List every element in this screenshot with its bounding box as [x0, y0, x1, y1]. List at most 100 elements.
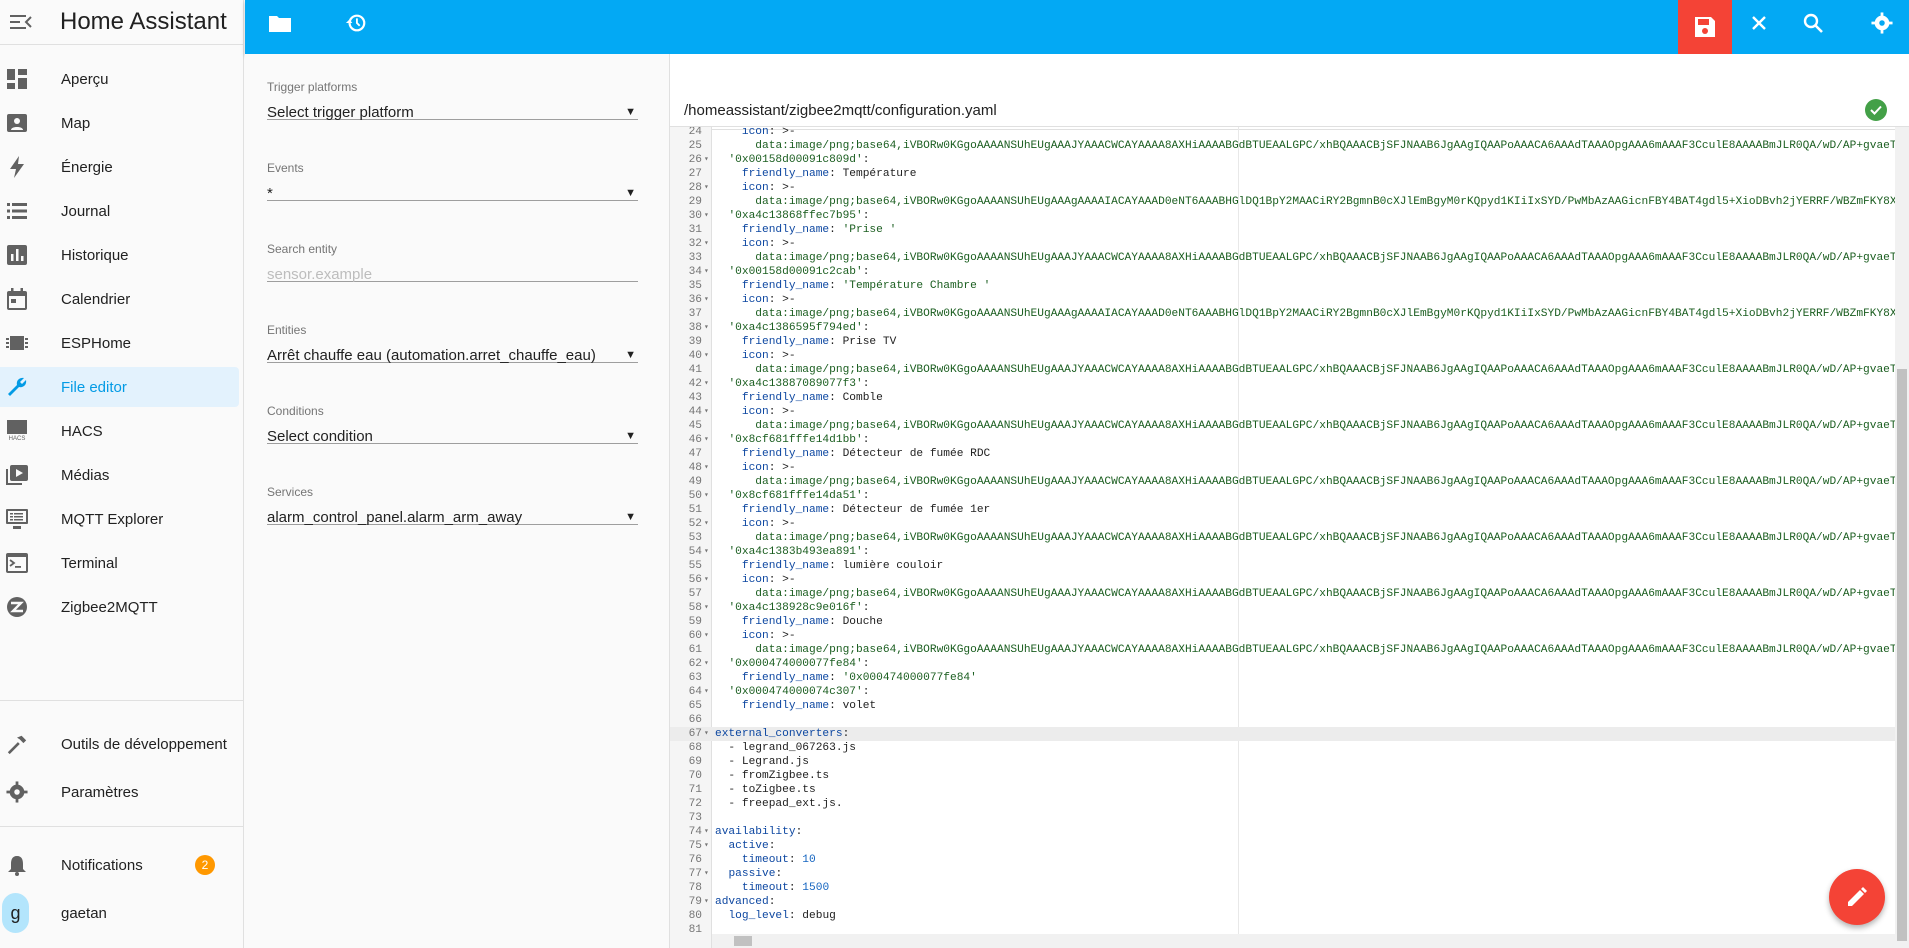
code-line: 37 data:image/png;base64,iVBORw0KGgoAAAA… [670, 307, 1909, 321]
fold-toggle-icon[interactable]: ▾ [704, 867, 712, 881]
code-line: 70 - fromZigbee.ts [670, 769, 1895, 783]
terminal-icon [5, 551, 29, 575]
bell-icon [5, 853, 29, 877]
sidebar-item-label: gaetan [61, 904, 107, 922]
line-number: 30 [688, 210, 702, 222]
sidebar-item-map[interactable]: Map [0, 103, 239, 143]
fold-toggle-icon[interactable]: ▾ [704, 727, 712, 741]
fold-toggle-icon[interactable]: ▾ [704, 377, 712, 391]
sidebar-item-hacs[interactable]: HACS HACS [0, 411, 239, 451]
fold-toggle-icon[interactable]: ▾ [704, 573, 712, 587]
sidebar-item-mqtt-explorer[interactable]: MQTT Explorer [0, 499, 239, 539]
code-line: 40 ▾ icon: >- [670, 349, 1895, 363]
line-text: data:image/png;base64,iVBORw0KGgoAAAANSU… [755, 588, 1909, 600]
line-number: 48 [688, 462, 702, 474]
fold-toggle-icon[interactable]: ▾ [704, 321, 712, 335]
fold-toggle-icon[interactable]: ▾ [704, 895, 712, 909]
line-text: data:image/png;base64,iVBORw0KGgoAAAANSU… [755, 196, 1909, 208]
sidebar-item-dev-tools[interactable]: Outils de développement [0, 724, 240, 764]
menu-toggle-icon[interactable] [4, 5, 38, 39]
trigger-platform-select[interactable]: Trigger platforms Select trigger platfor… [267, 54, 638, 121]
events-select[interactable]: Events * ▼ [267, 135, 638, 202]
line-number: 71 [688, 784, 702, 796]
fold-toggle-icon[interactable]: ▾ [704, 629, 712, 643]
history-icon[interactable] [329, 0, 383, 45]
fold-toggle-icon[interactable]: ▾ [704, 545, 712, 559]
sidebar-item-notifications[interactable]: Notifications 2 [0, 845, 240, 885]
fold-toggle-icon[interactable]: ▾ [704, 293, 712, 307]
line-text: timeout: 10 [741, 854, 816, 866]
code-line: 48 ▾ icon: >- [670, 461, 1895, 475]
fold-toggle-icon[interactable]: ▾ [704, 405, 712, 419]
conditions-select[interactable]: Conditions Select condition ▼ [267, 378, 638, 445]
scroll-thumb[interactable] [1897, 369, 1907, 941]
close-icon[interactable] [1732, 0, 1786, 45]
fold-toggle-icon[interactable]: ▾ [704, 349, 712, 363]
sidebar-item-file-editor[interactable]: File editor [0, 367, 239, 407]
fold-toggle-icon[interactable]: ▾ [704, 209, 712, 223]
sidebar-item-historique[interactable]: Historique [0, 235, 239, 275]
sidebar-item-m-dias[interactable]: Médias [0, 455, 239, 495]
save-button[interactable] [1678, 0, 1732, 54]
line-number: 37 [688, 308, 702, 320]
line-text: data:image/png;base64,iVBORw0KGgoAAAANSU… [755, 364, 1909, 376]
sidebar: Home Assistant Aperçu Map Énergie Journal Hi… [0, 0, 244, 948]
fold-toggle-icon[interactable]: ▾ [704, 265, 712, 279]
code-line: 51 friendly_name: Détecteur de fumée 1er [670, 503, 1895, 517]
search-entity-input[interactable]: Search entity sensor.example [267, 216, 638, 283]
search-icon[interactable] [1786, 0, 1840, 45]
sidebar-item-esphome[interactable]: ESPHome [0, 323, 239, 363]
sidebar-divider [0, 826, 244, 827]
line-number: 24 [688, 126, 702, 138]
sidebar-item-aper-u[interactable]: Aperçu [0, 59, 239, 99]
sidebar-item-user[interactable]: g gaetan [0, 893, 240, 933]
code-line: 36 ▾ icon: >- [670, 293, 1895, 307]
fold-toggle-icon[interactable]: ▾ [704, 839, 712, 853]
code-line: 49 data:image/png;base64,iVBORw0KGgoAAAA… [670, 475, 1909, 489]
entities-select[interactable]: Entities Arrêt chauffe eau (automation.a… [267, 297, 638, 364]
line-number: 81 [688, 924, 702, 936]
sidebar-item-journal[interactable]: Journal [0, 191, 239, 231]
services-select[interactable]: Services alarm_control_panel.alarm_arm_a… [267, 459, 638, 526]
line-text: friendly_name: Température [741, 168, 917, 180]
fold-toggle-icon[interactable]: ▾ [704, 433, 712, 447]
folder-icon[interactable] [253, 0, 307, 45]
sidebar-item-zigbee2mqtt[interactable]: Zigbee2MQTT [0, 587, 239, 627]
edit-fab-button[interactable] [1829, 869, 1885, 925]
sidebar-item-label: MQTT Explorer [61, 510, 164, 528]
vertical-scrollbar[interactable] [1895, 127, 1909, 948]
fold-toggle-icon[interactable]: ▾ [704, 657, 712, 671]
sidebar-item-calendrier[interactable]: Calendrier [0, 279, 239, 319]
fold-toggle-icon[interactable]: ▾ [704, 517, 712, 531]
fold-toggle-icon[interactable]: ▾ [704, 489, 712, 503]
horizontal-scrollbar[interactable] [712, 934, 1895, 948]
line-text: data:image/png;base64,iVBORw0KGgoAAAANSU… [755, 140, 1909, 152]
code-line: 30 ▾ '0xa4c13868ffec7b95': [670, 209, 1895, 223]
code-line: 73 [670, 811, 1895, 825]
fold-toggle-icon[interactable]: ▾ [704, 825, 712, 839]
field-placeholder: sensor.example [267, 266, 373, 283]
fold-toggle-icon[interactable]: ▾ [704, 181, 712, 195]
sidebar-item-settings[interactable]: Paramètres [0, 772, 240, 812]
fold-toggle-icon[interactable]: ▾ [704, 461, 712, 475]
line-text: '0xa4c1383b493ea891': [728, 546, 870, 558]
sidebar-item--nergie[interactable]: Énergie [0, 147, 239, 187]
fold-toggle-icon[interactable]: ▾ [704, 237, 712, 251]
line-text: active: [728, 840, 776, 852]
editor-card: /homeassistant/zigbee2mqtt/configuration… [670, 54, 1909, 948]
sidebar-item-terminal[interactable]: Terminal [0, 543, 239, 583]
fold-toggle-icon[interactable]: ▾ [704, 685, 712, 699]
fold-toggle-icon[interactable]: ▾ [704, 153, 712, 167]
code-editor[interactable]: 24 icon: >- 25 data:image/png;base64,iVBO… [670, 126, 1909, 948]
line-number: 27 [688, 168, 702, 180]
line-text: friendly_name: volet [741, 700, 877, 712]
monitor-icon [5, 507, 29, 531]
line-number: 74 [688, 826, 702, 838]
fold-toggle-icon[interactable]: ▾ [704, 601, 712, 615]
gear-icon[interactable] [1855, 0, 1909, 45]
line-text: external_converters: [715, 728, 850, 740]
line-text: - Legrand.js [715, 756, 809, 768]
scroll-thumb[interactable] [734, 936, 752, 946]
line-text: advanced: [715, 896, 776, 908]
chart-icon [5, 243, 29, 267]
